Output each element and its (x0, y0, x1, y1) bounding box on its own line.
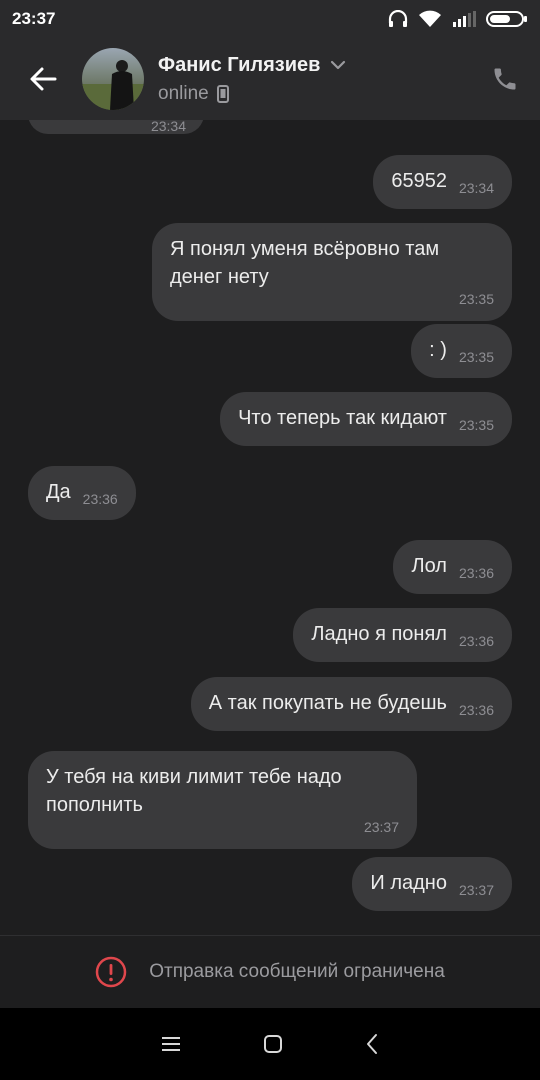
contact-name: Фанис Гилязиев (158, 53, 321, 76)
wifi-icon (419, 10, 441, 27)
message-bubble-out[interactable]: А так покупать не будешь 23:36 (190, 677, 512, 731)
message-bubble-out[interactable]: : ) 23:35 (411, 324, 512, 378)
battery-icon (486, 11, 527, 27)
message-text: А так покупать не будешь (208, 692, 447, 714)
message-text: Я понял уменя всёровно там денег нету (170, 238, 440, 288)
message-text: Что теперь так кидают (238, 407, 447, 429)
message-text: Ладно я понял (311, 623, 447, 645)
home-icon[interactable] (263, 1034, 283, 1054)
contact-info[interactable]: Фанис Гилязиев online (158, 54, 470, 105)
message-text: И ладно (370, 872, 447, 894)
headphones-icon (388, 10, 408, 27)
message-time: 23:37 (363, 819, 399, 835)
message-bubble-in[interactable]: Да 23:36 (28, 466, 136, 520)
alert-icon (95, 956, 127, 987)
message-time: 23:34 (150, 120, 186, 134)
message-time: 23:36 (458, 702, 494, 718)
message-bubble-out[interactable]: И ладно 23:37 (352, 857, 512, 911)
message-bubble-out[interactable]: Ладно я понял 23:36 (293, 608, 512, 662)
system-nav-bar (0, 1008, 540, 1080)
avatar[interactable] (82, 48, 144, 110)
status-icons (388, 10, 528, 28)
message-list[interactable]: 23:34 65952 23:34 Я понял уменя всёровно … (0, 120, 540, 935)
message-text: У тебя на киви лимит тебе надо пополнить (46, 766, 342, 816)
message-time: 23:36 (458, 565, 494, 581)
message-time: 23:37 (458, 882, 494, 898)
message-bubble-out[interactable]: Лол 23:36 (393, 540, 512, 594)
message-text: Лол (411, 555, 447, 577)
message-bubble-out[interactable]: 65952 23:34 (373, 155, 512, 209)
message-bubble-out[interactable]: Что теперь так кидают 23:35 (220, 392, 512, 446)
message-time: 23:35 (458, 417, 494, 433)
signal-icon (453, 11, 476, 27)
message-time: 23:36 (82, 491, 118, 507)
message-time: 23:34 (458, 180, 494, 196)
chevron-down-icon[interactable] (330, 60, 346, 70)
message-text: : ) (429, 339, 447, 361)
contact-status: online (158, 82, 209, 104)
back-nav-icon[interactable] (365, 1033, 379, 1055)
chat-header: Фанис Гилязиев online (0, 38, 540, 120)
back-button[interactable] (0, 38, 86, 120)
message-time: 23:36 (458, 633, 494, 649)
call-button[interactable] (470, 38, 540, 120)
mobile-device-icon (216, 84, 229, 103)
status-bar: 23:37 (0, 0, 540, 38)
message-bubble-partial: 23:34 (28, 120, 204, 134)
messaging-restricted-banner: Отправка сообщений ограничена (0, 935, 540, 1007)
back-arrow-icon (30, 67, 57, 91)
message-text: 65952 (391, 170, 447, 192)
restriction-text: Отправка сообщений ограничена (149, 960, 445, 982)
message-bubble-in[interactable]: У тебя на киви лимит тебе надо пополнить… (28, 751, 417, 849)
status-time: 23:37 (12, 9, 56, 28)
message-bubble-out[interactable]: Я понял уменя всёровно там денег нету 23… (152, 223, 512, 321)
message-time: 23:35 (458, 291, 494, 307)
message-time: 23:35 (458, 349, 494, 365)
phone-icon (494, 68, 516, 90)
menu-icon[interactable] (161, 1035, 181, 1053)
message-text: Да (46, 481, 71, 503)
